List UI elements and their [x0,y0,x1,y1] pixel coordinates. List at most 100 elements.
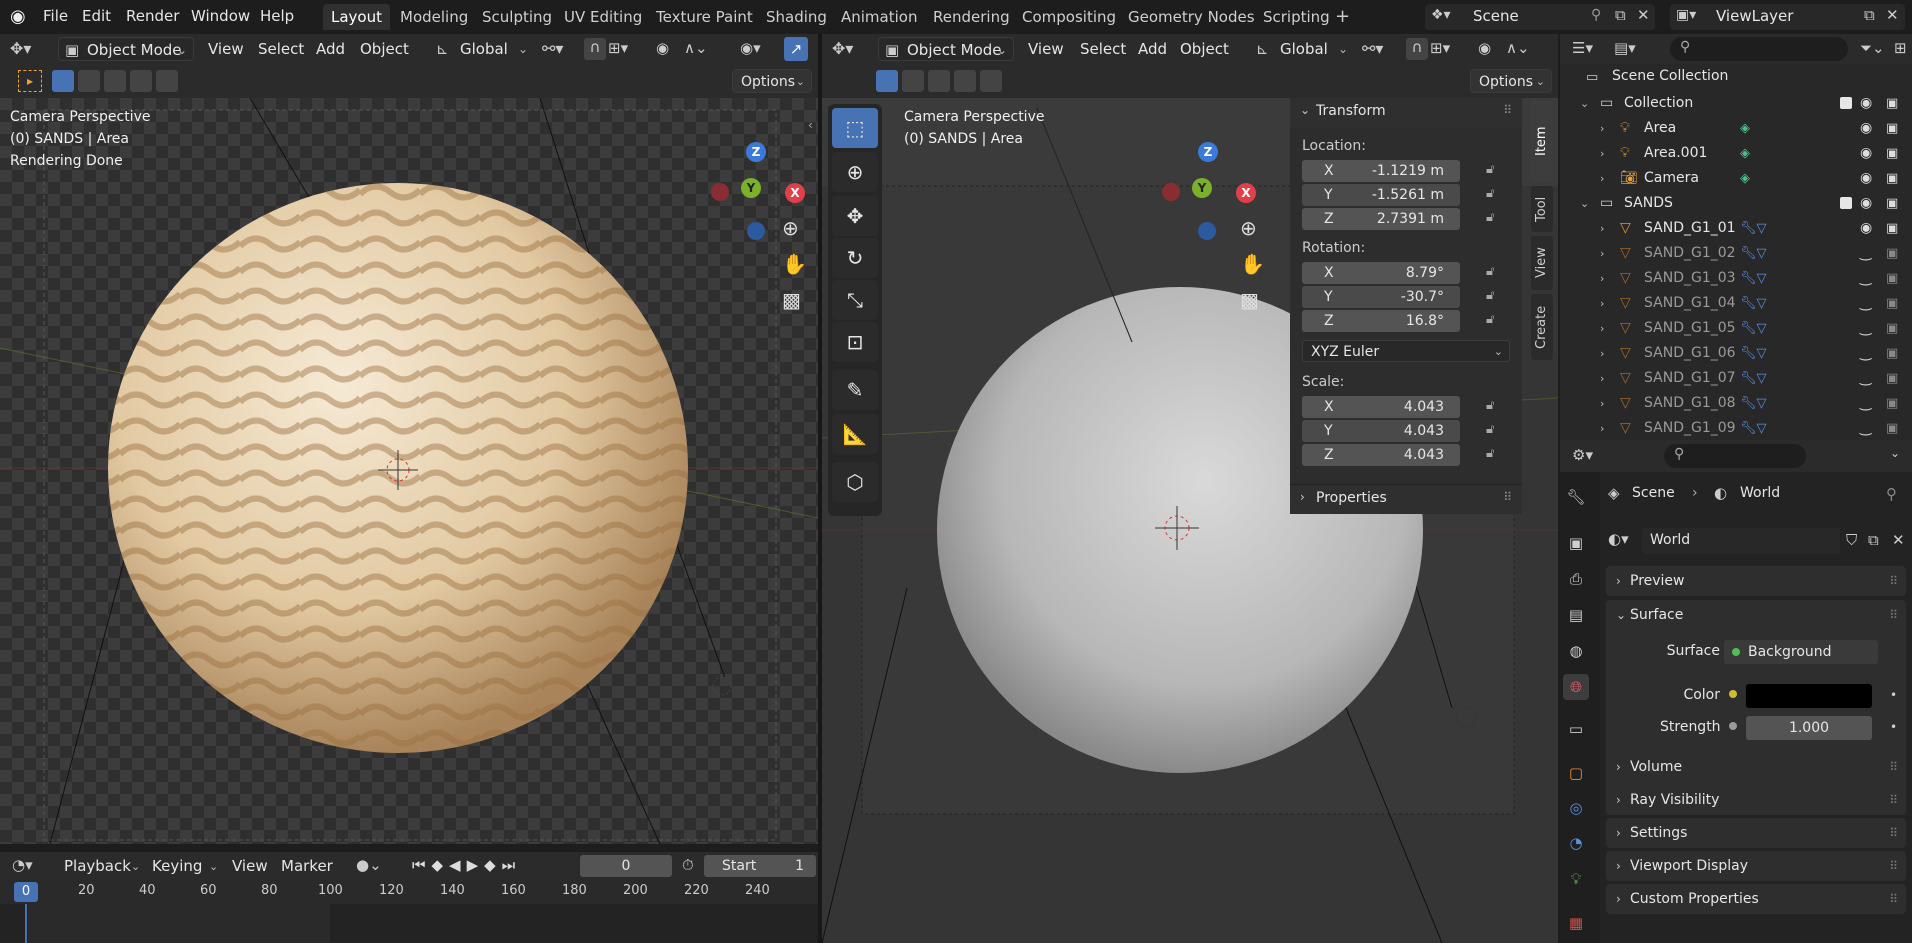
expand-chevron-icon[interactable]: ⌄ [1580,91,1589,116]
blender-logo-icon[interactable]: ◉ [10,6,32,28]
right-menu-add[interactable]: Add [1138,37,1167,61]
pivot-icon[interactable]: ⚯▾ [1362,39,1383,58]
world-datablock[interactable]: ◐▾ World ⛉ ⧉ ✕ [1606,528,1908,554]
tab-compositing[interactable]: Compositing [1014,4,1124,30]
object-data-icon[interactable]: ◈ [1740,166,1750,191]
scale-y-field[interactable]: Y 4.043 [1302,420,1460,442]
modifier-icon[interactable]: 🔧︎▽ [1740,266,1767,291]
outliner-row[interactable]: › ▽ SAND_G1_06 🔧︎▽ ‿ ▣ [1560,341,1912,366]
select-box-tool-icon[interactable]: ▸ [18,70,42,92]
view-layer-tab-icon[interactable]: ▤ [1563,602,1589,628]
collapse-chevron-icon[interactable]: › [1600,116,1604,141]
select-mode-extend-icon[interactable] [902,70,924,92]
select-box-tool-icon[interactable]: ⬚ [832,108,878,148]
snap-target-icon[interactable]: ⊞▾ [608,39,628,57]
visible-eye-icon[interactable]: ◉ [1860,141,1872,166]
transform-header[interactable]: ⌄ Transform ⠿ [1290,98,1522,128]
proportional-edit-icon[interactable]: ◉ [1478,39,1491,57]
left-menu-select[interactable]: Select [258,37,304,61]
custom-properties-section[interactable]: › Custom Properties ⠿ [1606,884,1906,914]
select-mode-subtract-icon[interactable] [104,70,126,92]
drag-handle-icon[interactable]: ⠿ [1503,490,1512,504]
hidden-eye-icon[interactable]: ‿ [1860,241,1871,266]
x-axis-icon[interactable]: X [1236,183,1256,203]
lock-icon[interactable]: 🔓︎ [1486,186,1506,202]
tab-shading[interactable]: Shading [758,4,835,30]
drag-handle-icon[interactable]: ⠿ [1889,851,1898,881]
menu-help[interactable]: Help [260,0,294,34]
ray-visibility-section[interactable]: › Ray Visibility ⠿ [1606,785,1906,815]
lock-icon[interactable]: 🔓︎ [1486,210,1506,226]
pin-icon[interactable]: ⚲ [1886,485,1897,503]
drag-handle-icon[interactable]: ⠿ [1889,600,1898,630]
display-mode-icon[interactable]: ▤▾ [1614,39,1636,57]
object-data-icon[interactable]: ◈ [1740,141,1750,166]
render-visibility-icon[interactable]: ▣ [1886,216,1898,241]
tab-layout[interactable]: Layout [323,4,390,30]
hidden-eye-icon[interactable]: ‿ [1860,316,1871,341]
move-tool-icon[interactable]: ✥ [832,196,878,236]
camera-view-icon[interactable]: ▩ [1240,288,1259,312]
outliner-row[interactable]: › ▽ SAND_G1_08 🔧︎▽ ‿ ▣ [1560,391,1912,416]
collapse-chevron-icon[interactable]: › [1600,391,1604,416]
select-mode-subtract-icon[interactable] [928,70,950,92]
collapse-chevron-icon[interactable]: › [1600,366,1604,391]
neg-x-axis-icon[interactable] [1162,183,1180,201]
physics-tab-icon[interactable]: ◔ [1563,830,1589,856]
preview-section[interactable]: › Preview ⠿ [1606,566,1906,596]
timeline-editor[interactable]: ◔▾ Playback ⌄ Keying ⌄ View Marker ●⌄ ⏮◆… [0,852,818,943]
drag-handle-icon[interactable]: ⠿ [1889,752,1898,782]
collapse-chevron-icon[interactable]: › [1600,266,1604,291]
lock-icon[interactable]: 🔓︎ [1486,162,1506,178]
z-axis-icon[interactable]: Z [746,142,766,162]
properties-search-input[interactable]: ⚲ [1664,444,1806,468]
drag-handle-icon[interactable]: ⠿ [1889,785,1898,815]
collapse-chevron-icon[interactable]: › [1600,316,1604,341]
collapse-chevron-icon[interactable]: › [1600,341,1604,366]
outliner-row[interactable]: › ▽ SAND_G1_07 🔧︎▽ ‿ ▣ [1560,366,1912,391]
modifier-icon[interactable]: 🔧︎▽ [1740,416,1767,441]
drag-handle-icon[interactable]: ⠿ [1889,884,1898,914]
rotate-tool-icon[interactable]: ↻ [832,238,878,278]
view-layer-selector[interactable]: ▣▾ ViewLayer ⧉ ✕ [1670,4,1905,30]
settings-section[interactable]: › Settings ⠿ [1606,818,1906,848]
modifier-icon[interactable]: 🔧︎▽ [1740,391,1767,416]
lock-icon[interactable]: 🔓︎ [1486,312,1506,328]
menu-window[interactable]: Window [191,0,250,34]
neg-z-axis-icon[interactable] [747,222,765,240]
tool-tab-icon[interactable]: 🔧︎ [1563,484,1589,510]
world-browse-icon[interactable]: ◐▾ [1608,530,1629,548]
delete-view-layer-icon[interactable]: ✕ [1886,6,1899,24]
render-visibility-icon[interactable]: ▣ [1886,266,1898,291]
filter-icon[interactable]: ⏷⌄ [1860,39,1885,57]
world-tab-icon[interactable]: 🌐︎ [1563,674,1589,700]
menu-keying[interactable]: Keying [152,854,202,878]
falloff-icon[interactable]: ∧⌄ [684,39,708,57]
outliner-row[interactable]: › 📷︎ Camera ◈ ◉ ▣ [1560,166,1912,191]
tab-texture-paint[interactable]: Texture Paint [648,4,761,30]
menu-file[interactable]: File [43,0,68,34]
menu-render[interactable]: Render [126,0,179,34]
modifier-icon[interactable]: 🔧︎▽ [1740,316,1767,341]
visible-eye-icon[interactable]: ◉ [1860,91,1872,116]
lock-icon[interactable]: 🔓︎ [1486,288,1506,304]
sidebar-tab-tool[interactable]: Tool [1531,186,1553,232]
start-frame-field[interactable]: Start 1 [704,855,816,877]
tab-scripting[interactable]: Scripting [1255,4,1338,30]
rotation-x-field[interactable]: X 8.79° [1302,262,1460,284]
measure-tool-icon[interactable]: 📐 [832,414,878,454]
tab-modeling[interactable]: Modeling [392,4,476,30]
render-visibility-icon[interactable]: ▣ [1886,391,1898,416]
left-orientation-dropdown[interactable]: ⊾ Global ⌄ [432,37,532,61]
x-axis-icon[interactable]: X [785,183,805,203]
visible-eye-icon[interactable]: ◉ [1860,166,1872,191]
proportional-edit-icon[interactable]: ◉ [656,39,669,57]
z-axis-icon[interactable]: Z [1198,142,1218,162]
y-axis-icon[interactable]: Y [1192,178,1212,198]
playhead-frame[interactable]: 0 [14,882,38,902]
hidden-eye-icon[interactable]: ‿ [1860,366,1871,391]
timeline-editor-icon[interactable]: ◔▾ [12,856,33,874]
drag-handle-icon[interactable]: ⠿ [1889,566,1898,596]
new-scene-icon[interactable]: ⧉ [1615,6,1626,24]
right-viewport[interactable]: ✥▾ ▣ Object Mode ⌄ View Select Add Objec… [822,34,1558,943]
